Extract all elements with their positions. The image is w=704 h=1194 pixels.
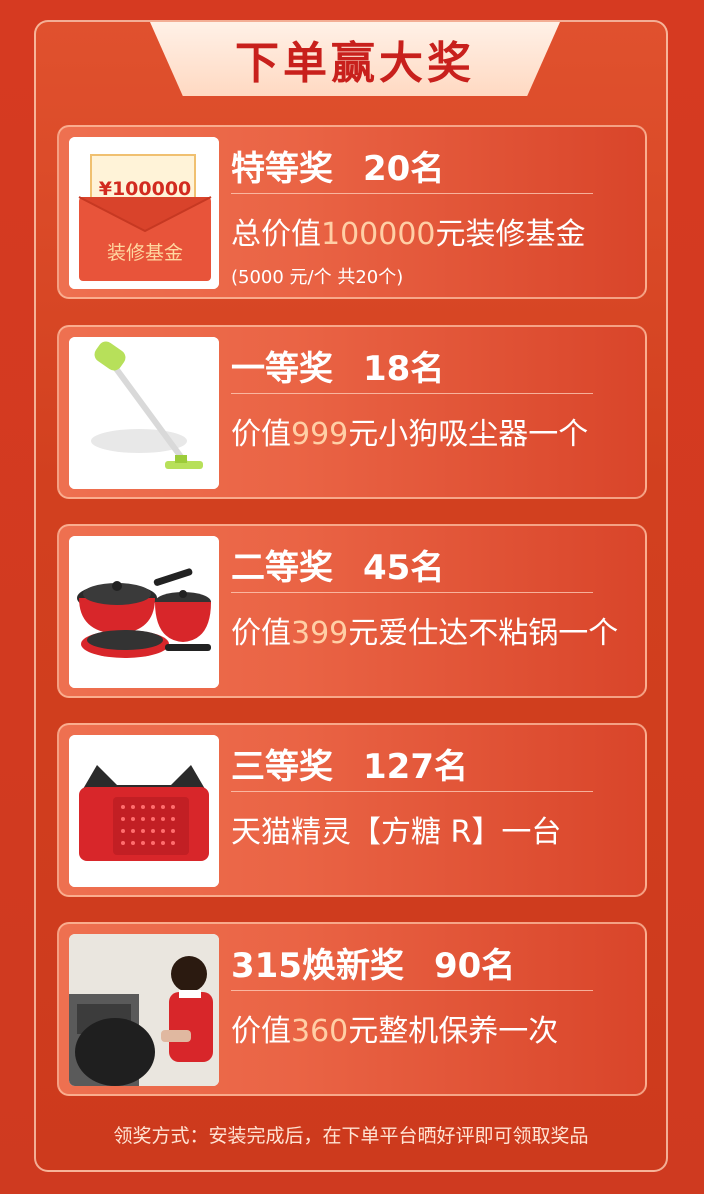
cookware-icon bbox=[69, 536, 219, 688]
smart-speaker-icon bbox=[69, 735, 219, 887]
red-envelope-icon: ¥100000 装修基金 bbox=[69, 137, 219, 289]
prize-value: 399 bbox=[291, 616, 349, 651]
prize-card-second[interactable]: 二等奖 45名 价值399元爱仕达不粘锅一个 bbox=[57, 524, 647, 698]
prize-image-grand: ¥100000 装修基金 bbox=[69, 137, 219, 289]
prize-level: 特等奖 bbox=[231, 149, 333, 189]
prize-value: 999 bbox=[291, 417, 349, 452]
prize-description: 价值999元小狗吸尘器一个 bbox=[231, 417, 589, 452]
prize-note: (5000 元/个 共20个) bbox=[231, 267, 404, 288]
prize-description: 天猫精灵【方糖 R】一台 bbox=[231, 815, 562, 850]
maintenance-service-photo-icon bbox=[69, 934, 219, 1086]
vacuum-cleaner-icon bbox=[69, 337, 219, 489]
prize-value: 100000 bbox=[321, 217, 436, 252]
envelope-amount: ¥100000 bbox=[99, 178, 192, 200]
prize-level: 315焕新奖 bbox=[231, 946, 404, 986]
prize-image-third bbox=[69, 735, 219, 887]
prize-count: 90名 bbox=[433, 946, 516, 986]
divider bbox=[231, 990, 593, 991]
prize-image-renewal bbox=[69, 934, 219, 1086]
envelope-label: 装修基金 bbox=[107, 242, 183, 264]
prize-description: 价值399元爱仕达不粘锅一个 bbox=[231, 616, 619, 651]
prize-level: 一等奖 bbox=[231, 349, 333, 389]
prize-level: 三等奖 bbox=[231, 747, 333, 787]
prize-count: 18名 bbox=[363, 349, 445, 389]
prize-count: 127名 bbox=[363, 747, 468, 787]
divider bbox=[231, 592, 593, 593]
divider bbox=[231, 393, 593, 394]
header-banner: 下单赢大奖 bbox=[150, 22, 560, 96]
divider bbox=[231, 791, 593, 792]
prize-count: 20名 bbox=[363, 149, 445, 189]
claim-instructions: 领奖方式：安装完成后，在下单平台晒好评即可领取奖品 bbox=[113, 1125, 589, 1147]
prize-description: 总价值100000元装修基金 bbox=[231, 217, 586, 252]
prize-level: 二等奖 bbox=[231, 548, 333, 588]
prize-image-first bbox=[69, 337, 219, 489]
prize-card-grand[interactable]: ¥100000 装修基金 特等奖 20名 总价值100000元装修基金 (5000… bbox=[57, 125, 647, 299]
prize-card-renewal[interactable]: 315焕新奖 90名 价值360元整机保养一次 bbox=[57, 922, 647, 1096]
prize-image-second bbox=[69, 536, 219, 688]
divider bbox=[231, 193, 593, 194]
prize-card-first[interactable]: 一等奖 18名 价值999元小狗吸尘器一个 bbox=[57, 325, 647, 499]
prize-description: 价值360元整机保养一次 bbox=[231, 1014, 559, 1049]
prize-value: 360 bbox=[291, 1014, 349, 1049]
page-title: 下单赢大奖 bbox=[235, 38, 475, 89]
prize-count: 45名 bbox=[363, 548, 445, 588]
prize-card-third[interactable]: 三等奖 127名 天猫精灵【方糖 R】一台 bbox=[57, 723, 647, 897]
